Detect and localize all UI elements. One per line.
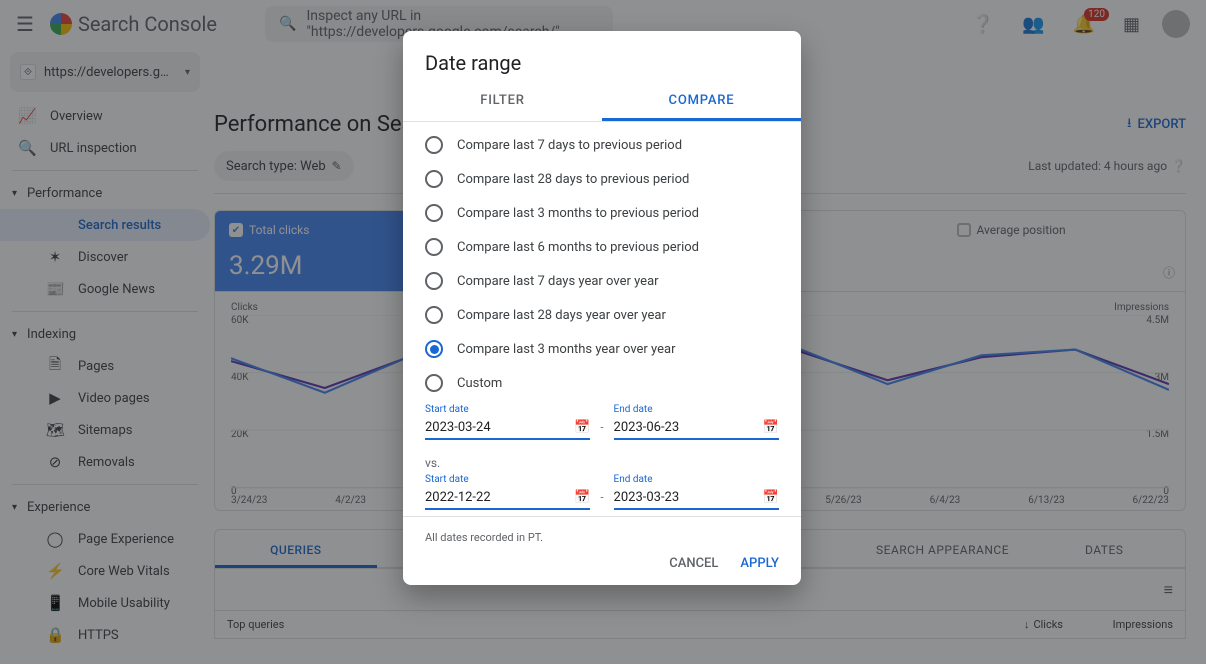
dialog-title: Date range [403,31,801,83]
radio-unselected-icon [425,238,443,256]
compare-option[interactable]: Compare last 6 months to previous period [425,238,779,256]
compare-option[interactable]: Compare last 28 days to previous period [425,170,779,188]
dialog-note: All dates recorded in PT. [403,516,801,548]
radio-selected-icon [425,340,443,358]
radio-unselected-icon [425,204,443,222]
compare-option[interactable]: Compare last 7 days to previous period [425,136,779,154]
apply-button[interactable]: APPLY [740,556,779,571]
range-dash: - [600,491,603,510]
compare-option[interactable]: Custom [425,374,779,392]
radio-unselected-icon [425,306,443,324]
date-range-dialog: Date range FILTER COMPARE Compare last 7… [403,31,801,585]
compare-option[interactable]: Compare last 3 months to previous period [425,204,779,222]
calendar-icon[interactable]: 📅 [574,490,590,505]
dialog-tab-filter[interactable]: FILTER [403,83,602,121]
end-date-1[interactable]: End date 2023-06-23📅 [614,404,779,440]
calendar-icon[interactable]: 📅 [763,420,779,435]
radio-unselected-icon [425,272,443,290]
end-date-2[interactable]: End date 2023-03-23📅 [614,474,779,510]
radio-unselected-icon [425,374,443,392]
calendar-icon[interactable]: 📅 [574,420,590,435]
compare-option[interactable]: Compare last 3 months year over year [425,340,779,358]
start-date-1[interactable]: Start date 2023-03-24📅 [425,404,590,440]
compare-option[interactable]: Compare last 7 days year over year [425,272,779,290]
start-date-2[interactable]: Start date 2022-12-22📅 [425,474,590,510]
vs-label: vs. [403,446,801,470]
compare-options: Compare last 7 days to previous period C… [403,122,801,400]
radio-unselected-icon [425,136,443,154]
cancel-button[interactable]: CANCEL [669,556,718,571]
radio-unselected-icon [425,170,443,188]
compare-option[interactable]: Compare last 28 days year over year [425,306,779,324]
calendar-icon[interactable]: 📅 [763,490,779,505]
dialog-tab-compare[interactable]: COMPARE [602,83,801,121]
range-dash: - [600,421,603,440]
